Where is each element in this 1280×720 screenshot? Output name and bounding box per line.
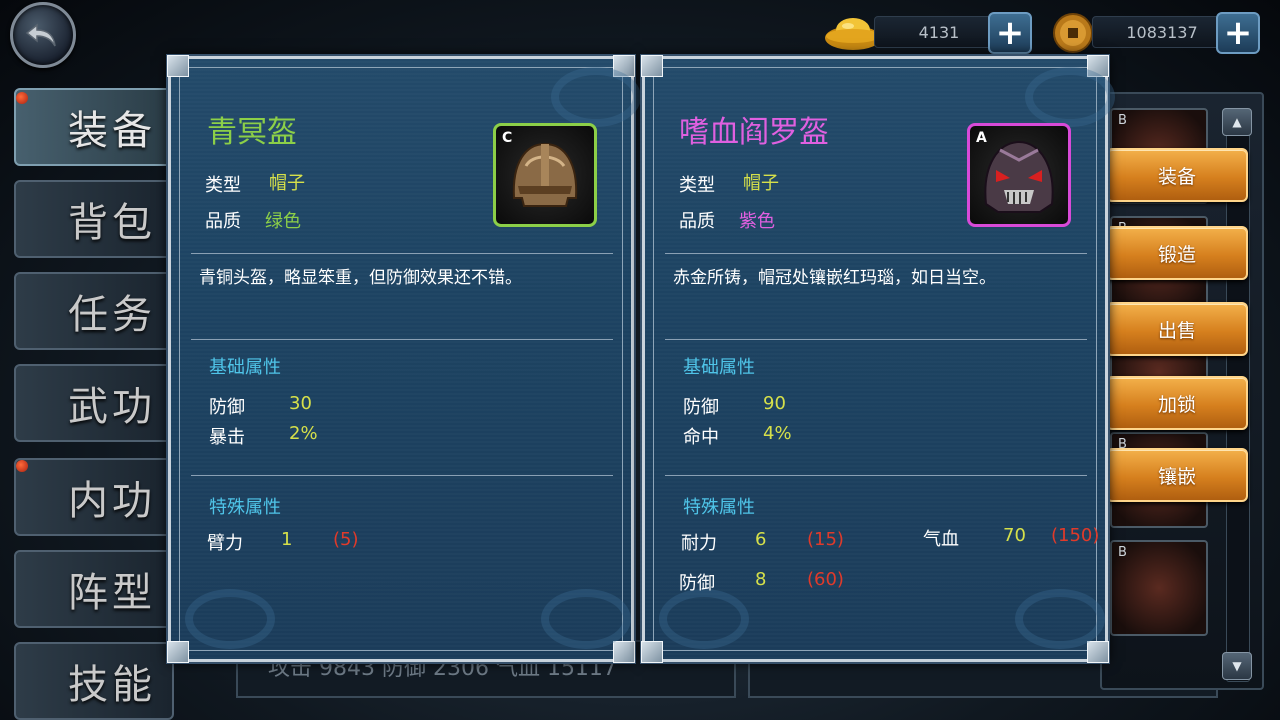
- grade-badge: C: [502, 130, 513, 146]
- item-name: 青冥盔: [207, 115, 297, 150]
- attr-name: 防御: [679, 573, 715, 594]
- tab-martial-arts[interactable]: 武功: [14, 364, 174, 442]
- equipped-item-card: 青冥盔 C 类型 帽子 品质 绿色 青铜头盔，略显笨重，但防御效果还不错。 基础…: [167, 55, 641, 663]
- divider: [665, 475, 1087, 476]
- attr-value: 30: [289, 393, 312, 414]
- attr-value: 6: [755, 529, 767, 550]
- back-button[interactable]: [10, 2, 76, 68]
- type-label: 类型: [205, 175, 241, 196]
- item-icon-frame: C: [493, 123, 597, 227]
- divider: [191, 339, 613, 340]
- card-corner: [167, 641, 189, 663]
- base-attributes-title: 基础属性: [683, 357, 755, 378]
- sell-button[interactable]: 出售: [1106, 302, 1248, 356]
- decorative-cloud: [541, 589, 631, 649]
- divider: [665, 253, 1087, 254]
- attr-name: 臂力: [207, 533, 243, 554]
- scroll-down-button[interactable]: ▼: [1222, 652, 1252, 680]
- type-value: 帽子: [269, 173, 305, 194]
- special-attributes-title: 特殊属性: [683, 497, 755, 518]
- attr-name: 防御: [683, 397, 719, 418]
- bag-slot[interactable]: B: [1110, 540, 1208, 636]
- attr-name: 防御: [209, 397, 245, 418]
- forge-button[interactable]: 锻造: [1106, 226, 1248, 280]
- card-corner: [167, 55, 189, 77]
- attr-max: (150): [1051, 525, 1100, 546]
- attr-value: 4%: [763, 423, 792, 444]
- notification-dot: [16, 92, 28, 104]
- decorative-cloud: [659, 589, 749, 649]
- type-label: 类型: [679, 175, 715, 196]
- card-corner: [641, 55, 663, 77]
- attr-max: (15): [807, 529, 844, 550]
- card-corner: [1087, 641, 1109, 663]
- quality-value: 紫色: [739, 211, 775, 232]
- card-corner: [613, 641, 635, 663]
- tab-inner-power[interactable]: 内功: [14, 458, 174, 536]
- attr-name: 气血: [923, 529, 959, 550]
- decorative-cloud: [1025, 67, 1115, 127]
- inlay-button[interactable]: 镶嵌: [1106, 448, 1248, 502]
- item-icon-frame: A: [967, 123, 1071, 227]
- decorative-cloud: [185, 589, 275, 649]
- add-coin-button[interactable]: +: [1216, 12, 1260, 54]
- base-attributes-title: 基础属性: [209, 357, 281, 378]
- decorative-cloud: [551, 67, 641, 127]
- decorative-cloud: [1015, 589, 1105, 649]
- quality-label: 品质: [205, 211, 241, 232]
- tab-formation[interactable]: 阵型: [14, 550, 174, 628]
- card-corner: [641, 641, 663, 663]
- gold-amount: 4131: [874, 16, 1004, 48]
- tab-bag[interactable]: 背包: [14, 180, 174, 258]
- compare-item-card: 嗜血阎罗盔 A 类型 帽子 品质 紫色 赤金所铸，帽冠处镶嵌红玛瑙，如日当空。 …: [641, 55, 1115, 663]
- scroll-up-button[interactable]: ▲: [1222, 108, 1252, 136]
- attr-value: 90: [763, 393, 786, 414]
- attr-name: 暴击: [209, 427, 245, 448]
- item-description: 赤金所铸，帽冠处镶嵌红玛瑙，如日当空。: [673, 268, 996, 288]
- coin-amount: 1083137: [1092, 16, 1232, 48]
- tab-equipment[interactable]: 装备: [14, 88, 174, 166]
- special-attributes-title: 特殊属性: [209, 497, 281, 518]
- attr-max: (60): [807, 569, 844, 590]
- notification-dot: [16, 460, 28, 472]
- attr-value: 70: [1003, 525, 1026, 546]
- back-arrow-icon: [25, 23, 56, 47]
- attr-value: 8: [755, 569, 767, 590]
- copper-coin-icon: [1053, 13, 1093, 53]
- grade-badge: A: [976, 130, 987, 146]
- item-name: 嗜血阎罗盔: [679, 115, 829, 150]
- equip-button[interactable]: 装备: [1106, 148, 1248, 202]
- divider: [665, 339, 1087, 340]
- attr-name: 命中: [683, 427, 719, 448]
- tab-quest[interactable]: 任务: [14, 272, 174, 350]
- type-value: 帽子: [743, 173, 779, 194]
- tab-skills[interactable]: 技能: [14, 642, 174, 720]
- quality-value: 绿色: [265, 211, 301, 232]
- divider: [191, 475, 613, 476]
- lock-button[interactable]: 加锁: [1106, 376, 1248, 430]
- attr-name: 耐力: [681, 533, 717, 554]
- gold-currency: 4131 +: [822, 10, 1036, 54]
- attr-max: (5): [333, 529, 359, 550]
- add-gold-button[interactable]: +: [988, 12, 1032, 54]
- attr-value: 1: [281, 529, 293, 550]
- attr-value: 2%: [289, 423, 318, 444]
- item-description: 青铜头盔，略显笨重，但防御效果还不错。: [199, 268, 522, 288]
- divider: [191, 253, 613, 254]
- coin-currency: 1083137 +: [1052, 10, 1266, 54]
- quality-label: 品质: [679, 211, 715, 232]
